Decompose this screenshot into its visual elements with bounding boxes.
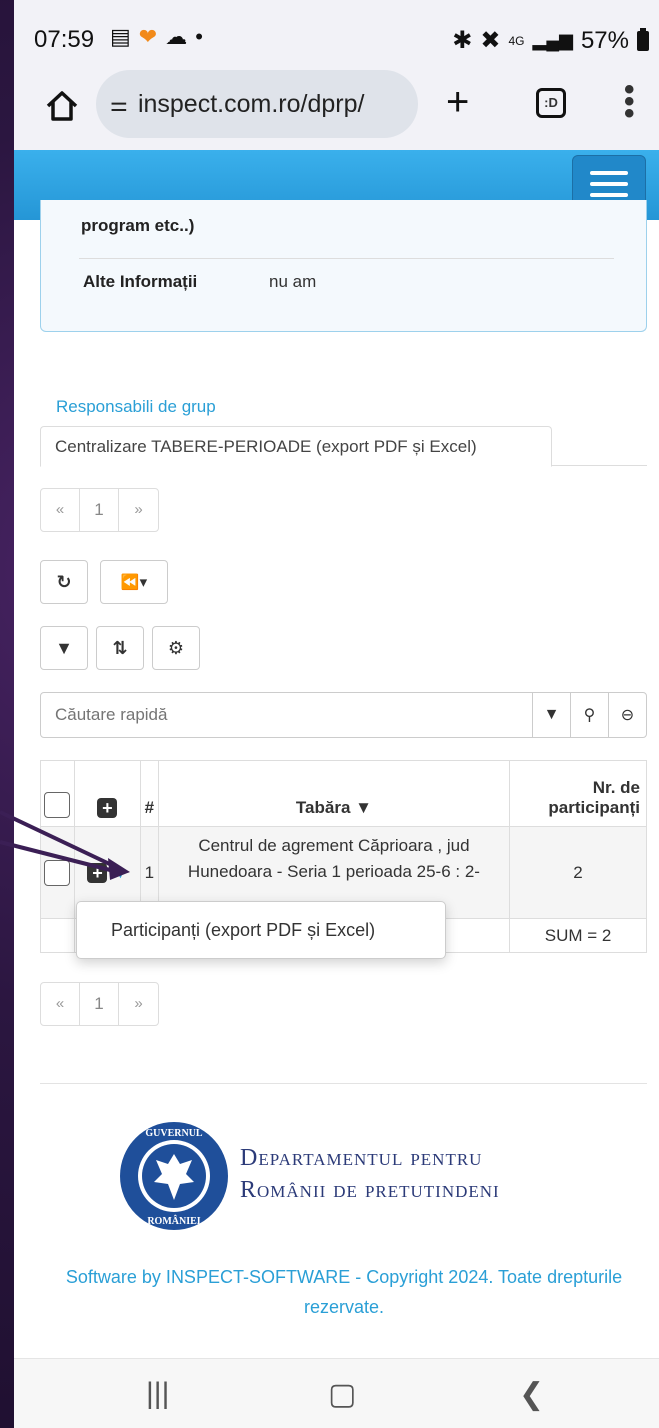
- system-nav-bar: ||| ▢ ❮: [14, 1358, 659, 1428]
- caret-down-icon: ▼: [543, 706, 560, 723]
- tab-row: Centralizare TABERE-PERIOADE (export PDF…: [40, 426, 647, 467]
- recent-apps-icon[interactable]: |||: [146, 1377, 169, 1411]
- card-value: nu am: [269, 272, 317, 291]
- gallery-icon: ▤: [110, 24, 131, 49]
- search-clear-button[interactable]: ⊖: [608, 693, 646, 737]
- responsabili-link[interactable]: Responsabili de grup: [56, 397, 216, 417]
- filter-button[interactable]: ▼: [40, 626, 88, 670]
- sort-button[interactable]: ⇅: [96, 626, 144, 670]
- more-notifications-icon: •: [195, 24, 203, 49]
- refresh-icon: ↻: [56, 571, 72, 592]
- card-cut-text: program etc..): [81, 216, 195, 235]
- dept-line1: Departamentul pentru: [240, 1145, 483, 1171]
- mute-icon: ✖: [480, 27, 501, 54]
- footer-divider: [40, 1083, 647, 1084]
- site-settings-icon[interactable]: ⚌: [110, 92, 128, 117]
- search-button[interactable]: ⚲: [570, 693, 608, 737]
- department-name: Departamentul pentru Românii de pretutin…: [240, 1142, 500, 1206]
- search-input[interactable]: [41, 693, 532, 737]
- sum-value: SUM = 2: [509, 918, 647, 953]
- pager-top: « 1 »: [40, 488, 159, 532]
- search-box: ▼ ⚲ ⊖: [40, 692, 647, 738]
- tab-centralizare[interactable]: Centralizare TABERE-PERIOADE (export PDF…: [40, 426, 552, 467]
- back-icon[interactable]: ❮: [519, 1377, 544, 1412]
- header-select: [40, 760, 75, 827]
- filter-icon: ▼: [55, 637, 73, 658]
- row-expand-icon[interactable]: +: [87, 862, 108, 883]
- column-filter-icon[interactable]: ▼: [355, 798, 372, 817]
- row-checkbox[interactable]: [44, 859, 71, 886]
- header-tabara[interactable]: Tabăra ▼: [157, 760, 511, 827]
- home-icon[interactable]: [44, 88, 80, 124]
- export-icon: ⏪▾: [120, 574, 148, 591]
- zoom-out-icon: ⊖: [620, 707, 635, 724]
- battery-percent: 57%: [580, 26, 629, 54]
- phone-screen: 07:59 ▤ ❤ ☁ • ✱ ✖ 4G ▂▄▆ 57% ⚌ inspect.c…: [14, 0, 659, 1428]
- svg-text:GUVERNUL: GUVERNUL: [145, 1128, 203, 1139]
- expand-all-icon[interactable]: +: [97, 798, 118, 818]
- row-dropdown-menu: Participanți (export PDF și Excel): [76, 901, 446, 959]
- bluetooth-icon: ✱: [452, 27, 473, 54]
- header-expand: +: [73, 760, 141, 827]
- government-seal-logo: GUVERNUL ROMÂNIEI: [120, 1122, 228, 1230]
- table-header-row: + # Tabăra ▼ Nr. de participanți: [40, 760, 647, 827]
- browser-toolbar: ⚌ inspect.com.ro/dprp/ + :D • • •: [14, 70, 659, 150]
- home-nav-icon[interactable]: ▢: [328, 1377, 356, 1412]
- pager-bottom: « 1 »: [40, 982, 159, 1026]
- pager-page[interactable]: 1: [80, 983, 119, 1025]
- row-select-cell: [40, 826, 75, 919]
- app-notification-icon: ❤: [138, 24, 158, 49]
- battery-icon: [637, 27, 649, 51]
- address-bar[interactable]: ⚌ inspect.com.ro/dprp/: [96, 70, 418, 138]
- pager-prev[interactable]: «: [41, 489, 80, 531]
- row-dropdown-caret-icon[interactable]: ▼: [113, 865, 127, 881]
- copyright-text[interactable]: Software by INSPECT-SOFTWARE - Copyright…: [44, 1262, 644, 1322]
- search-options-button[interactable]: ▼: [532, 693, 570, 737]
- settings-button[interactable]: ⚙: [152, 626, 200, 670]
- row-participanti: 2: [509, 826, 647, 919]
- pager-page[interactable]: 1: [80, 489, 119, 531]
- select-all-checkbox[interactable]: [44, 792, 71, 818]
- signal-icon: ▂▄▆: [532, 30, 573, 50]
- browser-menu-icon[interactable]: • • •: [624, 75, 635, 129]
- gear-icon: ⚙: [167, 637, 185, 658]
- notification-icons: ▤ ❤ ☁ •: [110, 24, 203, 50]
- card-label: Alte Informații: [83, 272, 198, 291]
- status-bar: 07:59 ▤ ❤ ☁ • ✱ ✖ 4G ▂▄▆ 57%: [14, 0, 659, 70]
- pager-prev[interactable]: «: [41, 983, 80, 1025]
- export-button[interactable]: ⏪▾: [100, 560, 168, 604]
- header-num: #: [139, 760, 159, 827]
- refresh-button[interactable]: ↻: [40, 560, 88, 604]
- info-card: program etc..) Alte Informații nu am: [40, 200, 647, 332]
- status-time: 07:59: [34, 26, 95, 53]
- pager-next[interactable]: »: [119, 983, 158, 1025]
- dropdown-item-participanti[interactable]: Participanți (export PDF și Excel): [111, 920, 375, 940]
- weather-icon: ☁: [165, 24, 188, 49]
- network-type: 4G: [508, 33, 525, 48]
- search-icon: ⚲: [583, 707, 596, 724]
- header-nr-participanti: Nr. de participanți: [509, 760, 647, 827]
- new-tab-icon[interactable]: +: [446, 82, 469, 122]
- pager-next[interactable]: »: [119, 489, 158, 531]
- card-divider: [79, 258, 614, 259]
- url-text: inspect.com.ro/dprp/: [137, 89, 365, 118]
- tab-switcher-icon[interactable]: :D: [536, 88, 566, 118]
- dept-line2: Românii de pretutindeni: [240, 1177, 500, 1203]
- svg-text:ROMÂNIEI: ROMÂNIEI: [147, 1215, 200, 1227]
- status-right: ✱ ✖ 4G ▂▄▆ 57%: [452, 26, 649, 55]
- sort-icon: ⇅: [112, 637, 128, 658]
